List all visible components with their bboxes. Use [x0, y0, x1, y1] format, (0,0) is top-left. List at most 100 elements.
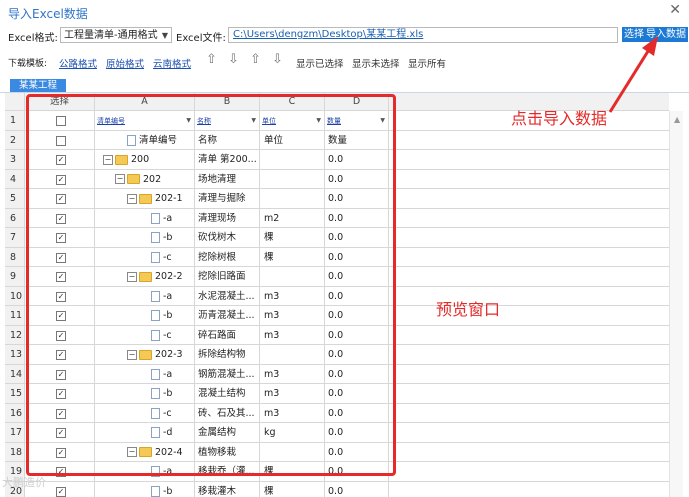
collapse-icon[interactable]: −: [127, 349, 137, 360]
name-cell[interactable]: 沥青混凝土...: [195, 306, 260, 326]
unit-cell[interactable]: kg: [260, 423, 325, 443]
unit-cell[interactable]: [260, 189, 325, 209]
unit-cell[interactable]: m3: [260, 403, 325, 423]
code-cell[interactable]: -c: [95, 403, 195, 423]
unit-cell[interactable]: m3: [260, 286, 325, 306]
select-cell[interactable]: ✓: [25, 189, 95, 209]
qty-cell[interactable]: 0.0: [325, 150, 389, 170]
unit-cell[interactable]: m3: [260, 306, 325, 326]
checked-checkbox[interactable]: ✓: [56, 486, 66, 497]
code-cell[interactable]: − 202-3: [95, 345, 195, 365]
chevron-down-icon[interactable]: ▼: [380, 111, 385, 130]
unit-cell[interactable]: [260, 442, 325, 462]
qty-cell[interactable]: 0.0: [325, 208, 389, 228]
code-cell[interactable]: -b: [95, 384, 195, 404]
collapse-icon[interactable]: −: [127, 193, 137, 204]
name-cell[interactable]: 名称: [195, 130, 260, 150]
select-cell[interactable]: ✓: [25, 286, 95, 306]
select-cell[interactable]: ✓: [25, 364, 95, 384]
template-link-original[interactable]: 原始格式: [106, 56, 144, 70]
unit-cell[interactable]: 棵: [260, 481, 325, 497]
code-cell[interactable]: − 202-2: [95, 267, 195, 287]
collapse-icon[interactable]: −: [103, 154, 113, 165]
arrow-down-icon[interactable]: ⇩: [228, 52, 239, 67]
collapse-icon[interactable]: −: [127, 271, 137, 282]
qty-cell[interactable]: 0.0: [325, 423, 389, 443]
code-cell[interactable]: -a: [95, 462, 195, 482]
arrow-downgrade-icon[interactable]: ⇩: [272, 52, 283, 67]
code-cell[interactable]: − 200: [95, 150, 195, 170]
select-cell[interactable]: ✓: [25, 228, 95, 248]
code-cell[interactable]: -a: [95, 364, 195, 384]
qty-cell[interactable]: 0.0: [325, 286, 389, 306]
checked-checkbox[interactable]: ✓: [56, 233, 66, 243]
checked-checkbox[interactable]: ✓: [56, 272, 66, 282]
field-mapping-link[interactable]: 单位: [262, 117, 276, 125]
code-cell[interactable]: − 202-1: [95, 189, 195, 209]
qty-cell[interactable]: 0.0: [325, 384, 389, 404]
code-cell[interactable]: − 202-4: [95, 442, 195, 462]
scroll-up-icon[interactable]: ▲: [674, 115, 680, 124]
code-cell[interactable]: -b: [95, 228, 195, 248]
unit-cell[interactable]: m3: [260, 325, 325, 345]
checked-checkbox[interactable]: ✓: [56, 252, 66, 263]
select-cell[interactable]: ✓: [25, 169, 95, 189]
select-cell[interactable]: ✓: [25, 150, 95, 170]
qty-cell[interactable]: 0.0: [325, 462, 389, 482]
qty-cell[interactable]: 0.0: [325, 247, 389, 267]
name-cell[interactable]: 挖除旧路面: [195, 267, 260, 287]
vertical-scrollbar[interactable]: ▲: [669, 111, 683, 497]
name-cell[interactable]: 植物移栽: [195, 442, 260, 462]
unit-cell[interactable]: m2: [260, 208, 325, 228]
select-cell[interactable]: ✓: [25, 384, 95, 404]
select-cell[interactable]: ✓: [25, 403, 95, 423]
qty-cell[interactable]: 0.0: [325, 228, 389, 248]
code-cell[interactable]: -a: [95, 286, 195, 306]
checked-checkbox[interactable]: ✓: [56, 408, 66, 419]
name-cell[interactable]: 碎石路面: [195, 325, 260, 345]
field-mapping-link[interactable]: 清单编号: [97, 117, 125, 125]
sheet-tab[interactable]: 某某工程: [10, 79, 66, 92]
arrow-upgrade-icon[interactable]: ⇧: [250, 52, 261, 67]
qty-cell[interactable]: 0.0: [325, 306, 389, 326]
qty-cell[interactable]: 0.0: [325, 267, 389, 287]
checked-checkbox[interactable]: ✓: [56, 155, 66, 165]
qty-cell[interactable]: 0.0: [325, 345, 389, 365]
name-cell[interactable]: 砖、石及其...: [195, 403, 260, 423]
checked-checkbox[interactable]: ✓: [56, 369, 66, 380]
column-header-b[interactable]: B: [195, 93, 260, 111]
code-cell[interactable]: -b: [95, 306, 195, 326]
checked-checkbox[interactable]: ✓: [56, 389, 66, 399]
format-select[interactable]: 工程量清单-通用格式 ▼: [60, 27, 172, 43]
select-cell[interactable]: ✓: [25, 247, 95, 267]
unit-cell[interactable]: [260, 169, 325, 189]
column-header-d[interactable]: D: [325, 93, 389, 111]
name-cell[interactable]: 钢筋混凝土...: [195, 364, 260, 384]
select-cell[interactable]: ✓: [25, 423, 95, 443]
column-header-c[interactable]: C: [260, 93, 325, 111]
name-cell[interactable]: 清理现场: [195, 208, 260, 228]
chevron-down-icon[interactable]: ▼: [316, 111, 321, 130]
name-cell[interactable]: 混凝土结构: [195, 384, 260, 404]
file-path-input[interactable]: C:\Users\dengzm\Desktop\某某工程.xls: [228, 27, 618, 43]
code-cell[interactable]: -c: [95, 325, 195, 345]
name-cell[interactable]: 场地清理: [195, 169, 260, 189]
code-cell[interactable]: 清单编号 ▼: [95, 111, 195, 131]
collapse-icon[interactable]: −: [127, 447, 137, 457]
code-cell[interactable]: -c: [95, 247, 195, 267]
unit-cell[interactable]: 单位: [260, 130, 325, 150]
checked-checkbox[interactable]: ✓: [56, 291, 66, 302]
arrow-up-icon[interactable]: ⇧: [206, 52, 217, 67]
select-cell[interactable]: ✓: [25, 306, 95, 326]
show-unselected-button[interactable]: 显示未选择: [352, 56, 400, 70]
unit-cell[interactable]: [260, 150, 325, 170]
unit-cell[interactable]: 单位 ▼: [260, 111, 325, 131]
name-cell[interactable]: 移栽灌木: [195, 481, 260, 497]
name-cell[interactable]: 水泥混凝土...: [195, 286, 260, 306]
qty-cell[interactable]: 0.0: [325, 169, 389, 189]
select-cell[interactable]: ✓: [25, 442, 95, 462]
qty-cell[interactable]: 0.0: [325, 189, 389, 209]
checked-checkbox[interactable]: ✓: [56, 311, 66, 321]
code-cell[interactable]: 清单编号: [95, 130, 195, 150]
qty-cell[interactable]: 数量 ▼: [325, 111, 389, 131]
